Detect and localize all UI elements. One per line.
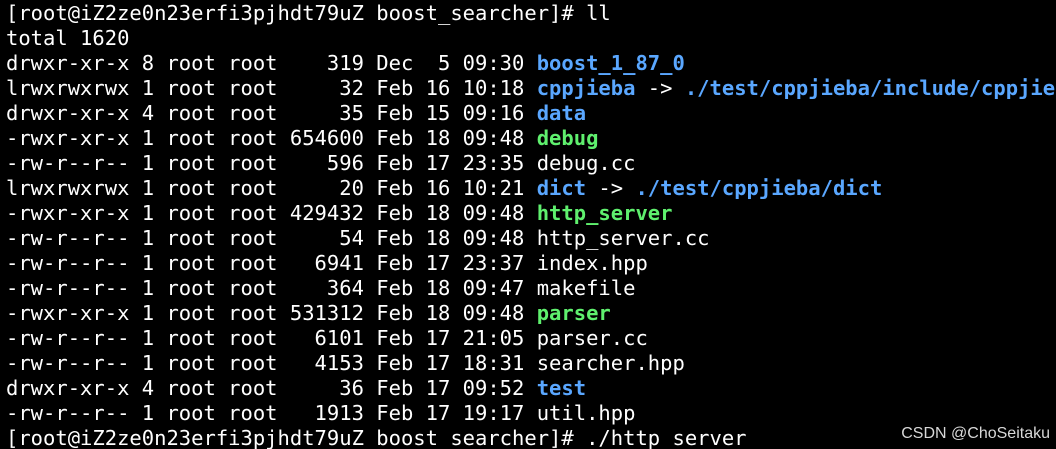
file-meta: lrwxrwxrwx 1 root root 20 Feb 16 10:21 [6, 176, 537, 200]
executable-name: parser [536, 301, 611, 325]
file-name: index.hpp [536, 251, 648, 275]
symlink-arrow: -> [635, 76, 685, 100]
prompt-line: [root@iZ2ze0n23erfi3pjhdt79uZ boost_sear… [6, 1, 1056, 26]
terminal-output[interactable]: [root@iZ2ze0n23erfi3pjhdt79uZ boost_sear… [6, 0, 1056, 449]
file-meta: -rw-r--r-- 1 root root 4153 Feb 17 18:31 [6, 351, 537, 375]
file-meta: -rwxr-xr-x 1 root root 654600 Feb 18 09:… [6, 126, 537, 150]
file-name: parser.cc [536, 326, 648, 350]
shell-prompt: [root@iZ2ze0n23erfi3pjhdt79uZ boost_sear… [6, 426, 587, 449]
listing-row: -rw-r--r-- 1 root root 596 Feb 17 23:35 … [6, 151, 1056, 176]
file-meta: -rwxr-xr-x 1 root root 429432 Feb 18 09:… [6, 201, 537, 225]
file-meta: -rw-r--r-- 1 root root 596 Feb 17 23:35 [6, 151, 537, 175]
listing-row: drwxr-xr-x 4 root root 36 Feb 17 09:52 t… [6, 376, 1056, 401]
command-text: ./http_server [586, 426, 747, 449]
listing-row: -rw-r--r-- 1 root root 4153 Feb 17 18:31… [6, 351, 1056, 376]
listing-row: -rw-r--r-- 1 root root 54 Feb 18 09:48 h… [6, 226, 1056, 251]
listing-row: lrwxrwxrwx 1 root root 20 Feb 16 10:21 d… [6, 176, 1056, 201]
listing-row: -rw-r--r-- 1 root root 6941 Feb 17 23:37… [6, 251, 1056, 276]
total-line: total 1620 [6, 26, 130, 50]
executable-name: debug [536, 126, 599, 150]
file-meta: -rw-r--r-- 1 root root 1913 Feb 17 19:17 [6, 401, 537, 425]
listing-row: lrwxrwxrwx 1 root root 32 Feb 16 10:18 c… [6, 76, 1056, 101]
listing-row: -rw-r--r-- 1 root root 6101 Feb 17 21:05… [6, 326, 1056, 351]
directory-name: boost_1_87_0 [536, 51, 685, 75]
prompt-line: [root@iZ2ze0n23erfi3pjhdt79uZ boost_sear… [6, 426, 1056, 449]
watermark: CSDN @ChoSeitaku [901, 425, 1050, 442]
directory-name: test [536, 376, 587, 400]
listing-row: drwxr-xr-x 8 root root 319 Dec 5 09:30 b… [6, 51, 1056, 76]
symlink-arrow: -> [586, 176, 636, 200]
file-meta: -rwxr-xr-x 1 root root 531312 Feb 18 09:… [6, 301, 537, 325]
file-meta: -rw-r--r-- 1 root root 364 Feb 18 09:47 [6, 276, 537, 300]
file-meta: drwxr-xr-x 4 root root 36 Feb 17 09:52 [6, 376, 537, 400]
symlink-target: ./test/cppjieba/include/cppjieba [684, 76, 1056, 100]
symlink-name: dict [536, 176, 587, 200]
file-name: http_server.cc [536, 226, 710, 250]
file-meta: lrwxrwxrwx 1 root root 32 Feb 16 10:18 [6, 76, 537, 100]
listing-row: drwxr-xr-x 4 root root 35 Feb 15 09:16 d… [6, 101, 1056, 126]
symlink-name: cppjieba [536, 76, 636, 100]
file-name: util.hpp [536, 401, 636, 425]
listing-row: -rwxr-xr-x 1 root root 654600 Feb 18 09:… [6, 126, 1056, 151]
file-meta: -rw-r--r-- 1 root root 6941 Feb 17 23:37 [6, 251, 537, 275]
symlink-target: ./test/cppjieba/dict [635, 176, 883, 200]
command-text: ll [586, 1, 611, 25]
file-meta: -rw-r--r-- 1 root root 54 Feb 18 09:48 [6, 226, 537, 250]
file-name: searcher.hpp [536, 351, 685, 375]
file-meta: drwxr-xr-x 8 root root 319 Dec 5 09:30 [6, 51, 537, 75]
listing-row: -rwxr-xr-x 1 root root 531312 Feb 18 09:… [6, 301, 1056, 326]
file-name: debug.cc [536, 151, 636, 175]
listing-row: -rw-r--r-- 1 root root 1913 Feb 17 19:17… [6, 401, 1056, 426]
file-meta: drwxr-xr-x 4 root root 35 Feb 15 09:16 [6, 101, 537, 125]
listing-row: -rw-r--r-- 1 root root 364 Feb 18 09:47 … [6, 276, 1056, 301]
file-name: makefile [536, 276, 636, 300]
directory-name: data [536, 101, 587, 125]
executable-name: http_server [536, 201, 673, 225]
shell-prompt: [root@iZ2ze0n23erfi3pjhdt79uZ boost_sear… [6, 1, 587, 25]
listing-row: -rwxr-xr-x 1 root root 429432 Feb 18 09:… [6, 201, 1056, 226]
file-meta: -rw-r--r-- 1 root root 6101 Feb 17 21:05 [6, 326, 537, 350]
